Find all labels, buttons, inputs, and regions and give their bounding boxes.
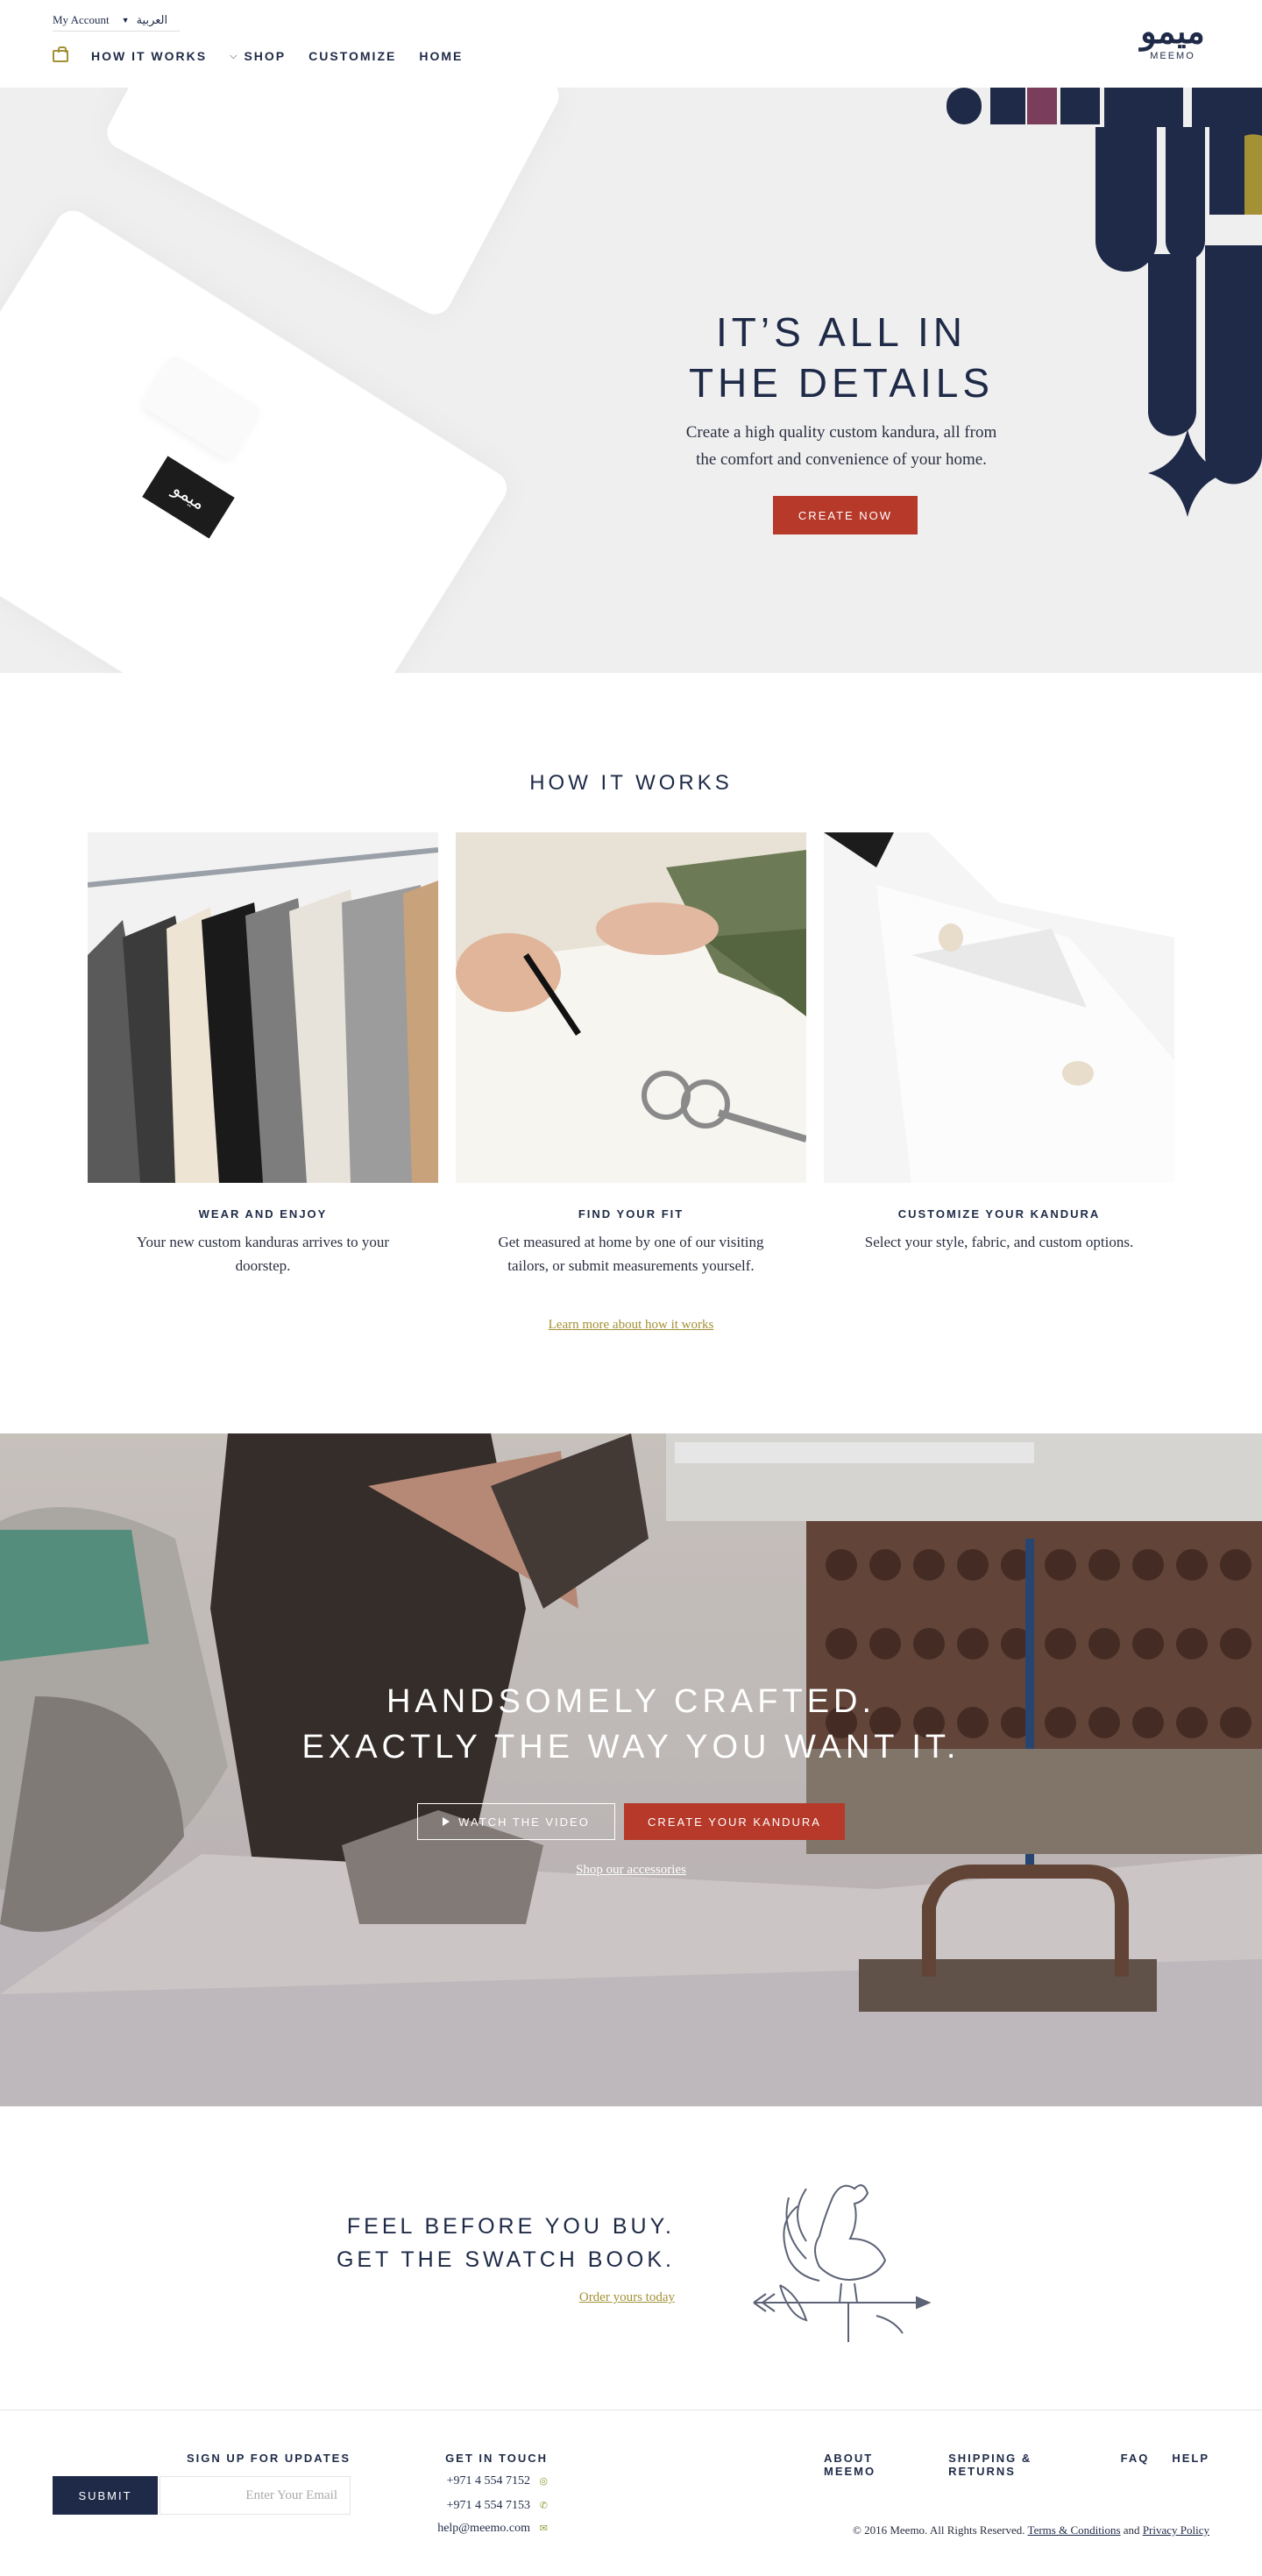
clothes-rack-image xyxy=(88,832,438,1183)
copyright: © 2016 Meemo. All Rights Reserved. Terms… xyxy=(771,2523,1209,2537)
whatsapp-icon: ◎ xyxy=(539,2475,548,2487)
copyright-text: © 2016 Meemo. All Rights Reserved. xyxy=(852,2523,1025,2537)
step-image-fit xyxy=(456,832,806,1183)
account-bar: My Account ▼ العربية xyxy=(53,9,180,32)
email-contact[interactable]: help@meemo.com ✉ xyxy=(386,2522,548,2536)
my-account-link[interactable]: My Account xyxy=(53,13,110,27)
signup-heading: SIGN UP FOR UPDATES xyxy=(186,2452,351,2465)
how-it-works-title: HOW IT WORKS xyxy=(529,771,733,795)
contact-heading: GET IN TOUCH xyxy=(445,2452,548,2465)
nav-how-it-works[interactable]: HOW IT WORKS xyxy=(91,49,207,63)
nav-customize[interactable]: CUSTOMIZE xyxy=(308,49,396,63)
hero-title-line1: IT’S ALL IN xyxy=(716,309,967,355)
language-switch[interactable]: العربية xyxy=(137,13,168,27)
footer-link-about[interactable]: ABOUT MEEMO xyxy=(824,2452,925,2478)
step-title: FIND YOUR FIT xyxy=(578,1207,684,1221)
phone-number: +971 4 554 7153 xyxy=(446,2499,530,2512)
privacy-link[interactable]: Privacy Policy xyxy=(1143,2523,1209,2537)
site-header: My Account ▼ العربية HOW IT WORKS ⌵ SHOP… xyxy=(0,0,1262,88)
step-text: Select your style, fabric, and custom op… xyxy=(864,1234,1134,1250)
hero-section: ميمو IT’S ALL IN THE DETAILS Create a hi… xyxy=(0,88,1262,673)
hero-subtitle: Create a high quality custom kandura, al… xyxy=(649,419,1034,473)
rooster-illustration xyxy=(753,2184,932,2342)
shirt-closeup-image xyxy=(824,832,1174,1183)
step-text: Get measured at home by one of our visit… xyxy=(498,1234,764,1274)
watch-video-button[interactable]: WATCH THE VIDEO xyxy=(417,1803,615,1840)
tailor-measuring-image xyxy=(456,832,806,1183)
chevron-down-icon[interactable]: ▼ xyxy=(122,16,130,25)
footer-links: ABOUT MEEMO SHIPPING & RETURNS FAQ HELP xyxy=(824,2452,1209,2478)
step-title: WEAR AND ENJOY xyxy=(198,1207,328,1221)
hero-subtitle-line1: Create a high quality custom kandura, al… xyxy=(685,423,997,442)
and-text: and xyxy=(1123,2523,1140,2537)
submit-button[interactable]: SUBMIT xyxy=(53,2476,158,2515)
hero-subtitle-line2: the comfort and convenience of your home… xyxy=(696,450,987,469)
step-image-wear xyxy=(88,832,438,1183)
swatch-title: FEEL BEFORE YOU BUY. GET THE SWATCH BOOK… xyxy=(333,2210,675,2276)
nav-shop[interactable]: ⌵ SHOP xyxy=(230,49,286,63)
watch-video-label: WATCH THE VIDEO xyxy=(458,1815,590,1829)
phone-icon: ✆ xyxy=(539,2500,548,2511)
terms-link[interactable]: Terms & Conditions xyxy=(1028,2523,1121,2537)
crafted-title-line1: HANDSOMELY CRAFTED. xyxy=(386,1683,876,1720)
phone-contact[interactable]: +971 4 554 7153 ✆ xyxy=(386,2499,548,2513)
logo-mark: ميمو xyxy=(1140,14,1206,51)
shopping-bag-icon[interactable] xyxy=(53,46,68,62)
nav-shop-label: SHOP xyxy=(244,49,287,63)
crafted-title-line2: EXACTLY THE WAY YOU WANT IT. xyxy=(301,1729,961,1766)
swatch-title-line2: GET THE SWATCH BOOK. xyxy=(336,2247,675,2272)
step-image-customize xyxy=(824,832,1174,1183)
footer-link-faq[interactable]: FAQ xyxy=(1121,2452,1150,2478)
site-logo[interactable]: ميمو MEEMO xyxy=(1131,16,1215,61)
crafted-section xyxy=(0,1433,1262,2106)
swatch-title-line1: FEEL BEFORE YOU BUY. xyxy=(346,2214,675,2239)
step-text: Your new custom kanduras arrives to your… xyxy=(136,1234,390,1274)
whatsapp-contact[interactable]: +971 4 554 7152 ◎ xyxy=(386,2474,548,2488)
email-address: help@meemo.com xyxy=(437,2522,530,2535)
footer-link-shipping[interactable]: SHIPPING & RETURNS xyxy=(948,2452,1097,2478)
crafted-title: HANDSOMELY CRAFTED. EXACTLY THE WAY YOU … xyxy=(0,1679,1262,1770)
chevron-down-icon: ⌵ xyxy=(230,50,239,61)
learn-more-row: Learn more about how it works xyxy=(0,1318,1262,1333)
email-field[interactable] xyxy=(160,2476,351,2515)
shop-accessories-link[interactable]: Shop our accessories xyxy=(0,1863,1262,1878)
hero-title-line2: THE DETAILS xyxy=(688,360,995,406)
step-title: CUSTOMIZE YOUR KANDURA xyxy=(897,1207,1101,1221)
learn-more-link[interactable]: Learn more about how it works xyxy=(549,1318,714,1332)
order-swatch-link[interactable]: Order yours today xyxy=(333,2290,675,2305)
footer-link-help[interactable]: HELP xyxy=(1172,2452,1209,2478)
hero-title: IT’S ALL IN THE DETAILS xyxy=(666,307,1017,408)
logo-word: MEEMO xyxy=(1150,51,1195,61)
main-nav: HOW IT WORKS ⌵ SHOP CUSTOMIZE HOME xyxy=(53,46,463,63)
nav-home[interactable]: HOME xyxy=(419,49,463,63)
create-kandura-button[interactable]: CREATE YOUR KANDURA xyxy=(624,1803,845,1840)
mail-icon: ✉ xyxy=(539,2523,548,2534)
whatsapp-number: +971 4 554 7152 xyxy=(446,2474,530,2488)
play-icon xyxy=(443,1817,450,1826)
tailor-cutting-image xyxy=(0,1433,1262,2106)
create-now-button[interactable]: CREATE NOW xyxy=(773,496,918,534)
